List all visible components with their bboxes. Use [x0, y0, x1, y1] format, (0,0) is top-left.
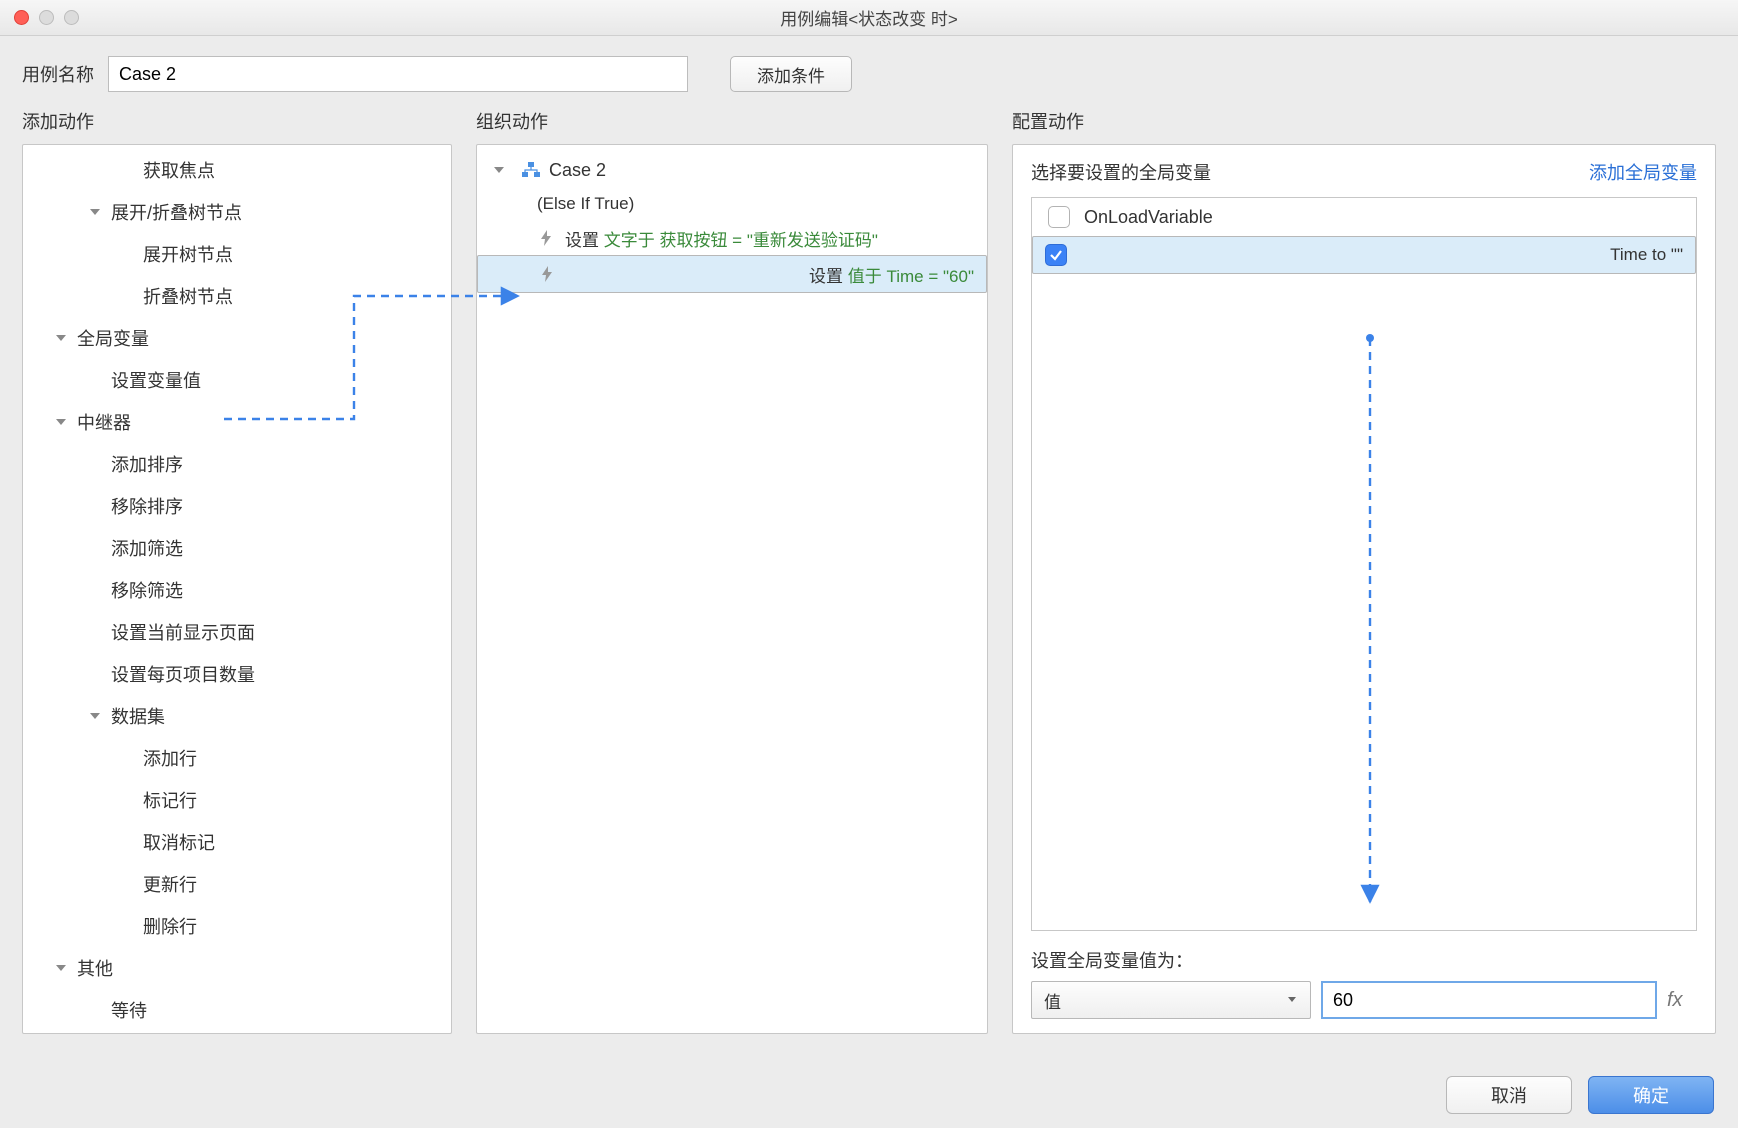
action-tree-label: 取消标记 — [143, 829, 215, 855]
case-node[interactable]: Case 2 — [477, 153, 987, 187]
case-name-label: 用例名称 — [22, 61, 94, 87]
chevron-down-icon[interactable] — [53, 414, 69, 430]
action-tree-label: 全局变量 — [77, 325, 149, 351]
action-prefix: 设置 — [809, 267, 843, 286]
action-tree-label: 添加行 — [143, 745, 197, 771]
action-tree[interactable]: 获取焦点展开/折叠树节点展开树节点折叠树节点全局变量设置变量值中继器添加排序移除… — [23, 145, 451, 1033]
flowchart-icon — [521, 162, 541, 178]
action-tree-item[interactable]: 移除筛选 — [23, 569, 451, 611]
chevron-down-icon[interactable] — [53, 330, 69, 346]
checkbox[interactable] — [1045, 244, 1067, 266]
case-condition: (Else If True) — [477, 187, 987, 221]
action-tree-item[interactable]: 更新行 — [23, 863, 451, 905]
action-tree-item[interactable]: 添加筛选 — [23, 527, 451, 569]
action-tree-label: 移除排序 — [111, 493, 183, 519]
action-tree-label: 添加排序 — [111, 451, 183, 477]
bolt-icon — [537, 229, 555, 247]
add-action-title: 添加动作 — [22, 108, 452, 134]
chevron-down-icon[interactable] — [491, 162, 507, 178]
action-tree-label: 设置当前显示页面 — [111, 619, 255, 645]
checkbox[interactable] — [1048, 206, 1070, 228]
value-mode-label: 值 — [1044, 988, 1061, 1013]
action-tree-item[interactable]: 添加行 — [23, 737, 451, 779]
action-tree-label: 其他 — [77, 955, 113, 981]
variable-name: OnLoadVariable — [1084, 207, 1213, 228]
action-tree-label: 移除筛选 — [111, 577, 183, 603]
action-tree-item[interactable]: 等待 — [23, 989, 451, 1031]
action-tree-label: 设置变量值 — [111, 367, 201, 393]
titlebar: 用例编辑<状态改变 时> — [0, 0, 1738, 36]
ok-button[interactable]: 确定 — [1588, 1076, 1714, 1114]
action-tree-item[interactable]: 其他 — [23, 947, 451, 989]
action-tree-item[interactable]: 标记行 — [23, 779, 451, 821]
action-tree-label: 添加筛选 — [111, 535, 183, 561]
organize-action-row[interactable]: 设置 文字于 获取按钮 = "重新发送验证码" — [477, 221, 987, 255]
variable-row[interactable]: OnLoadVariable — [1032, 198, 1696, 236]
organize-action-row[interactable]: 设置 值于 Time = "60" — [477, 255, 987, 293]
action-tree-label: 中继器 — [77, 409, 131, 435]
configure-title: 配置动作 — [1012, 108, 1716, 134]
chevron-down-icon[interactable] — [87, 204, 103, 220]
action-tree-label: 折叠树节点 — [143, 283, 233, 309]
add-global-var-link[interactable]: 添加全局变量 — [1589, 159, 1697, 185]
variable-name: Time to "" — [1610, 245, 1683, 265]
action-tree-item[interactable]: 取消标记 — [23, 821, 451, 863]
action-tree-label: 删除行 — [143, 913, 197, 939]
action-tree-label: 标记行 — [143, 787, 197, 813]
action-tree-label: 更新行 — [143, 871, 197, 897]
action-tree-item[interactable]: 删除行 — [23, 905, 451, 947]
window-title: 用例编辑<状态改变 时> — [0, 5, 1738, 30]
organize-tree[interactable]: Case 2 (Else If True) 设置 文字于 获取按钮 = "重新发… — [477, 145, 987, 301]
action-tree-item[interactable]: 展开/折叠树节点 — [23, 191, 451, 233]
value-input[interactable] — [1321, 981, 1657, 1019]
action-tree-item[interactable]: 全局变量 — [23, 317, 451, 359]
variable-list[interactable]: OnLoadVariable Time to "" — [1031, 197, 1697, 931]
action-tree-item[interactable]: 设置每页项目数量 — [23, 653, 451, 695]
action-tree-label: 获取焦点 — [143, 157, 215, 183]
action-tree-item[interactable]: 折叠树节点 — [23, 275, 451, 317]
action-tree-item[interactable]: 获取焦点 — [23, 149, 451, 191]
variable-row[interactable]: Time to "" — [1032, 236, 1696, 274]
action-tree-item[interactable]: 设置变量值 — [23, 359, 451, 401]
case-row: 用例名称 添加条件 — [0, 36, 1738, 108]
action-tree-item[interactable]: 数据集 — [23, 695, 451, 737]
chevron-down-icon[interactable] — [53, 960, 69, 976]
action-tree-label: 展开树节点 — [143, 241, 233, 267]
chevron-down-icon — [1286, 990, 1298, 1010]
action-tree-item[interactable]: 展开树节点 — [23, 233, 451, 275]
action-tree-item[interactable]: 移除排序 — [23, 485, 451, 527]
organize-title: 组织动作 — [476, 108, 988, 134]
value-mode-select[interactable]: 值 — [1031, 981, 1311, 1019]
action-details: 文字于 获取按钮 = "重新发送验证码" — [599, 231, 878, 250]
case-node-label: Case 2 — [549, 160, 606, 181]
bolt-icon — [538, 265, 556, 283]
case-name-input[interactable] — [108, 56, 688, 92]
action-tree-label: 数据集 — [111, 703, 165, 729]
add-condition-button[interactable]: 添加条件 — [730, 56, 852, 92]
cancel-button[interactable]: 取消 — [1446, 1076, 1572, 1114]
action-tree-label: 等待 — [111, 997, 147, 1023]
action-tree-item[interactable]: 中继器 — [23, 401, 451, 443]
action-prefix: 设置 — [565, 231, 599, 250]
configure-header-label: 选择要设置的全局变量 — [1031, 159, 1211, 185]
set-value-label: 设置全局变量值为： — [1031, 947, 1697, 973]
chevron-down-icon[interactable] — [87, 708, 103, 724]
action-tree-label: 设置每页项目数量 — [111, 661, 255, 687]
action-tree-label: 展开/折叠树节点 — [111, 199, 242, 225]
action-details: 值于 Time = "60" — [843, 267, 974, 286]
action-tree-item[interactable]: 添加排序 — [23, 443, 451, 485]
action-tree-item[interactable]: 设置当前显示页面 — [23, 611, 451, 653]
fx-button[interactable]: fx — [1667, 989, 1697, 1012]
